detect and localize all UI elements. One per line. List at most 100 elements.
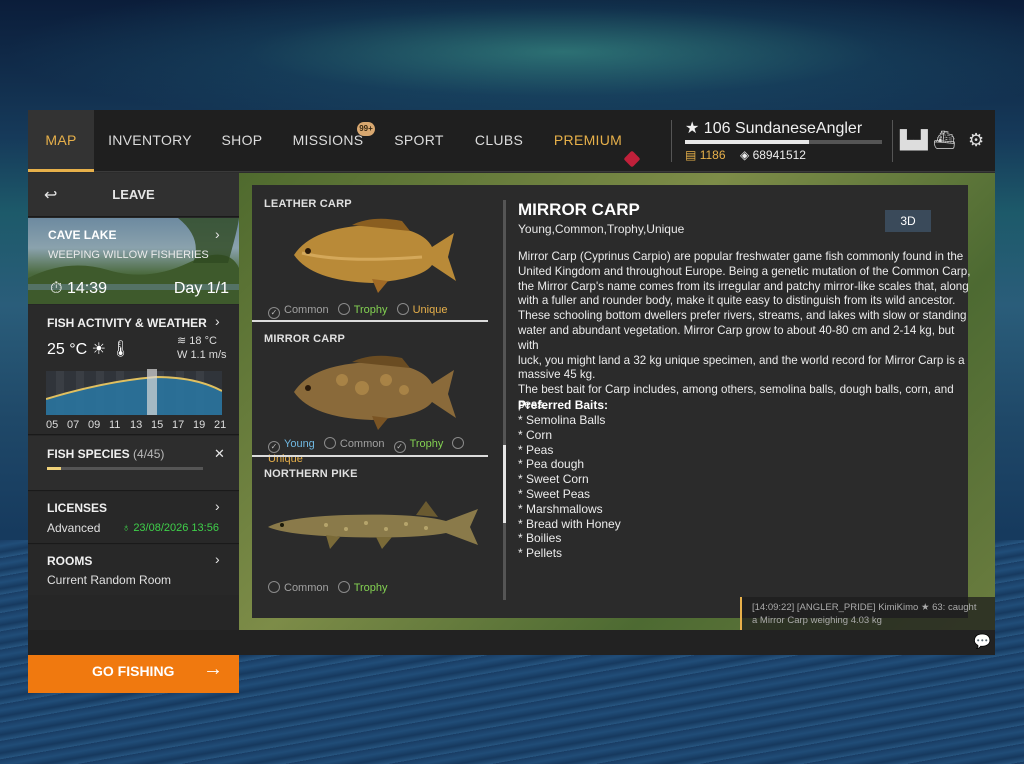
chat-line: [14:09:22] [ANGLER_PRIDE] KimiKimo ★ 63:…: [752, 602, 977, 613]
rooms-section[interactable]: ROOMS › Current Random Room: [28, 545, 239, 595]
location-card[interactable]: CAVE LAKE › WEEPING WILLOW FISHERIES ⏱ 1…: [28, 218, 239, 304]
current-time-marker: [147, 369, 157, 415]
chat-icon[interactable]: 💬: [974, 633, 991, 650]
leaderboard-icon[interactable]: ▙▟: [900, 130, 928, 151]
fish-activity-weather[interactable]: FISH ACTIVITY & WEATHER › 25 °C ☀ 🌡 ≋ 18…: [28, 305, 239, 435]
tab-premium[interactable]: PREMIUM: [550, 110, 626, 172]
option-common[interactable]: Common: [323, 437, 385, 450]
tab-map[interactable]: MAP: [28, 110, 94, 172]
checkbox-icon: [396, 303, 409, 315]
checkbox-icon: [268, 581, 280, 593]
license-expiry-date: 23/08/2026 13:56: [133, 522, 219, 534]
option-label: Common: [284, 304, 329, 316]
fish-description: Mirror Carp (Cyprinus Carpio) are popula…: [518, 250, 973, 413]
chevron-right-icon: ›: [215, 226, 220, 242]
description-line: with a fuller and rounder body, make it …: [518, 294, 956, 308]
bait-item: * Sweet Peas: [518, 486, 591, 501]
silver-amount: 68941512: [752, 148, 806, 162]
star-icon: ★: [685, 120, 700, 137]
fish-card-options: ✓ Common Trophy Unique: [268, 303, 447, 319]
option-label: Common: [284, 582, 329, 594]
bait-item: * Corn: [518, 427, 553, 442]
fish-activity-graph: [46, 369, 222, 415]
option-common[interactable]: ✓ Common: [268, 304, 329, 319]
view-3d-button[interactable]: 3D: [885, 210, 931, 232]
chevron-right-icon: ›: [215, 498, 220, 514]
close-icon[interactable]: ✕: [214, 446, 225, 462]
go-fishing-label: GO FISHING: [92, 663, 175, 679]
settings-icon[interactable]: ⚙: [968, 130, 984, 151]
bait-item: * Bread with Honey: [518, 516, 621, 531]
option-common[interactable]: Common: [268, 581, 329, 594]
fish-name: MIRROR CARP: [264, 333, 346, 345]
xp-progress-bar: [685, 140, 882, 144]
silver-balance: ◈ 68941512: [740, 148, 806, 162]
checkbox-icon: [452, 437, 465, 449]
ship-icon[interactable]: ⛴: [933, 130, 956, 151]
sidebar: ↩ LEAVE CAVE LAKE › WEEPING WILLOW FISHE…: [28, 173, 239, 693]
species-progress-bar: [47, 467, 203, 470]
sun-icon: ☀: [91, 341, 106, 358]
description-line: luck, you might land a 32 kg unique spec…: [518, 353, 965, 367]
water-temp-value: 18 °C: [189, 335, 217, 347]
preferred-baits-title: Preferred Baits:: [518, 398, 609, 412]
gold-amount: 1186: [699, 148, 726, 162]
description-line: massive 45 kg.: [518, 368, 596, 382]
preferred-baits-list: * Semolina Balls * Corn * Peas * Pea dou…: [518, 413, 621, 561]
licenses-section[interactable]: LICENSES › Advanced ♁ 23/08/2026 13:56: [28, 492, 239, 544]
thermometer-icon: 🌡: [110, 341, 131, 358]
hour-label: 07: [67, 419, 80, 431]
checkmark-icon: ✓: [393, 441, 406, 453]
room-value: Current Random Room: [47, 573, 172, 587]
player-name[interactable]: ★ 106 SundaneseAngler: [685, 118, 862, 138]
fish-species-count: (4/45): [133, 447, 165, 461]
fish-card-options: Common Trophy: [268, 581, 388, 594]
fish-card-mirror-carp[interactable]: MIRROR CARP ✓ Young Common ✓ Trophy Unique: [252, 322, 492, 465]
chevron-right-icon: ›: [215, 313, 220, 329]
license-type: Advanced: [47, 521, 101, 535]
tab-inventory[interactable]: INVENTORY: [100, 110, 200, 172]
game-time: 14:39: [66, 280, 107, 297]
silver-cash-icon: ◈: [740, 148, 750, 162]
missions-badge: 99+: [357, 122, 375, 136]
checkbox-icon: [337, 303, 350, 315]
go-fishing-button[interactable]: GO FISHING →: [28, 649, 239, 693]
option-label: Common: [339, 438, 385, 450]
fish-card-northern-pike[interactable]: NORTHERN PIKE Common Trophy: [252, 457, 492, 607]
hour-label: 15: [151, 419, 164, 431]
option-trophy[interactable]: Trophy: [337, 303, 388, 316]
fish-name: LEATHER CARP: [264, 198, 352, 210]
hour-label: 09: [88, 419, 101, 431]
bait-item: * Peas: [518, 442, 554, 457]
bait-item: * Boilies: [518, 531, 562, 546]
fish-list-scrollbar[interactable]: [503, 200, 506, 600]
tab-missions[interactable]: MISSIONS: [290, 110, 366, 172]
arrow-right-icon: →: [203, 658, 223, 680]
checkmark-icon: ✓: [268, 307, 280, 319]
tab-sport[interactable]: SPORT: [390, 110, 448, 172]
stopwatch-icon: ⏱: [50, 280, 63, 297]
tab-clubs[interactable]: CLUBS: [471, 110, 527, 172]
option-trophy[interactable]: ✓ Trophy: [393, 438, 443, 453]
leather-carp-image: [294, 218, 456, 293]
xp-progress-fill: [685, 140, 810, 144]
leave-button[interactable]: ↩ LEAVE: [28, 173, 239, 217]
game-day: Day 1/1: [173, 280, 229, 297]
sale-tag-icon: [623, 150, 641, 168]
scrollbar-thumb[interactable]: [503, 445, 506, 523]
option-young[interactable]: ✓ Young: [268, 438, 315, 453]
fish-species-section[interactable]: FISH SPECIES (4/45) ✕: [28, 436, 239, 491]
option-unique[interactable]: Unique: [396, 303, 448, 316]
wind-value: W 1.1 m/s: [177, 349, 227, 361]
northern-pike-image: [268, 501, 478, 549]
water-temperature: ≋ 18 °C: [177, 334, 217, 347]
option-trophy[interactable]: Trophy: [337, 581, 388, 594]
option-label: Unique: [412, 304, 448, 316]
option-label: Young: [284, 438, 315, 450]
description-line: These schooling bottom dwellers prefer r…: [518, 309, 967, 323]
tab-shop[interactable]: SHOP: [210, 110, 274, 172]
hour-label: 17: [172, 419, 185, 431]
fish-card-leather-carp[interactable]: LEATHER CARP ✓ Common Trophy Unique: [252, 185, 492, 320]
chat-message: [14:09:22] [ANGLER_PRIDE] KimiKimo ★ 63:…: [740, 597, 995, 631]
bait-item: * Pellets: [518, 546, 563, 561]
